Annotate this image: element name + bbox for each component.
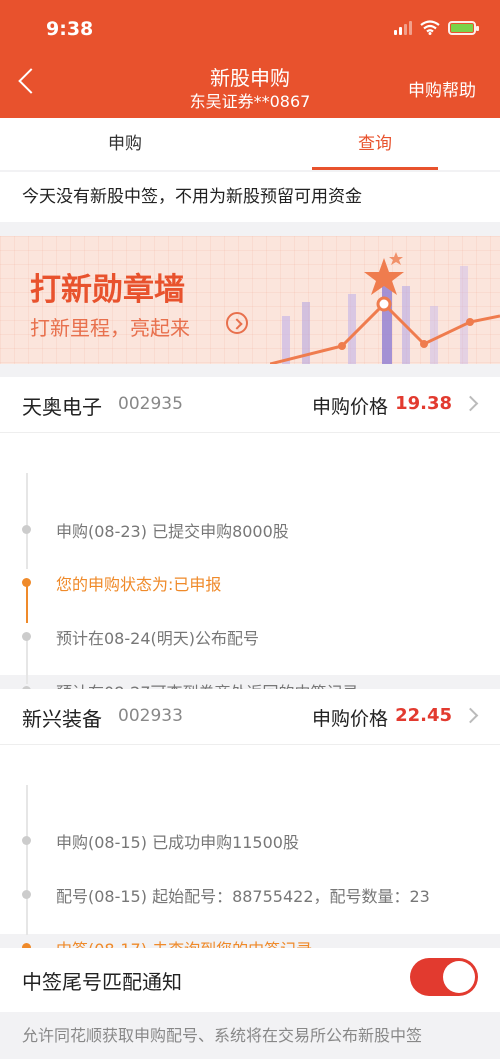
tab-bar: 申购 查询 — [0, 118, 500, 170]
timeline-step: 申购(08-15) 已成功申购11500股 — [0, 826, 500, 856]
timeline-step: 申购(08-23) 已提交申购8000股 — [0, 515, 500, 545]
timeline-step: 您的申购状态为:已申报 — [0, 568, 500, 598]
timeline-step-text: 预计在08-24(明天)公布配号 — [56, 629, 259, 648]
status-icons — [394, 20, 479, 35]
stock-card-2: 新兴装备 002933 申购价格 22.45 申购(08-15) 已成功申购11… — [0, 689, 500, 959]
price-label: 申购价格 — [311, 396, 388, 418]
notify-toggle[interactable] — [410, 958, 478, 996]
stock-header-2[interactable]: 新兴装备 002933 申购价格 22.45 — [0, 689, 500, 745]
timeline-dot — [22, 836, 31, 845]
timeline-connector — [26, 785, 28, 935]
banner-subtitle: 打新里程，亮起来 — [30, 316, 190, 340]
timeline-step: 配号(08-15) 起始配号：88755422，配号数量：23 — [0, 880, 500, 910]
stock-code: 002935 — [118, 394, 183, 414]
chevron-right-icon — [462, 395, 479, 412]
medal-wall-banner[interactable]: 打新勋章墙 打新里程，亮起来 — [0, 236, 500, 364]
status-time: 9:38 — [46, 18, 94, 40]
stock-header-1[interactable]: 天奥电子 002935 申购价格 19.38 — [0, 377, 500, 433]
notify-section: 中签尾号匹配通知 允许同花顺获取申购配号、系统将在交易所公布新股中签 — [0, 948, 500, 1059]
signal-icon — [394, 20, 412, 35]
arrow-circle-icon — [226, 312, 248, 334]
stock-card-1: 天奥电子 002935 申购价格 19.38 申购(08-23) 已提交申购80… — [0, 377, 500, 702]
price-value: 22.45 — [395, 705, 452, 726]
banner-chart-illustration — [270, 252, 500, 364]
price-value: 19.38 — [395, 393, 452, 414]
timeline-dot — [22, 632, 31, 641]
notice-text: 今天没有新股中签，不用为新股预留可用资金 — [0, 172, 500, 222]
timeline-step-text: 您的申购状态为:已申报 — [56, 575, 222, 594]
stock-code: 002933 — [118, 706, 183, 726]
notify-description: 允许同花顺获取申购配号、系统将在交易所公布新股中签 — [0, 1012, 500, 1059]
stock-name: 新兴装备 — [22, 707, 102, 731]
timeline-step-text: 申购(08-15) 已成功申购11500股 — [56, 833, 299, 852]
toggle-knob — [443, 961, 475, 993]
chevron-right-icon — [462, 707, 479, 724]
timeline-dot — [22, 578, 31, 587]
stock-name: 天奥电子 — [22, 395, 102, 419]
price-label: 申购价格 — [311, 708, 388, 730]
battery-icon — [448, 20, 479, 35]
top-header: 9:38 新股申购 东吴证券**0867 申购帮助 — [0, 0, 500, 118]
notify-title: 中签尾号匹配通知 — [22, 970, 182, 994]
timeline-step: 预计在08-24(明天)公布配号 — [0, 622, 500, 652]
tab-subscribe[interactable]: 申购 — [0, 118, 250, 170]
timeline-step-text: 申购(08-23) 已提交申购8000股 — [56, 522, 289, 541]
timeline-step-text: 配号(08-15) 起始配号：88755422，配号数量：23 — [56, 887, 430, 906]
timeline-dot — [22, 890, 31, 899]
tab-query[interactable]: 查询 — [250, 118, 500, 170]
banner-title: 打新勋章墙 — [30, 272, 185, 308]
wifi-icon — [420, 20, 440, 35]
timeline-dot — [22, 525, 31, 534]
help-link[interactable]: 申购帮助 — [408, 76, 476, 101]
